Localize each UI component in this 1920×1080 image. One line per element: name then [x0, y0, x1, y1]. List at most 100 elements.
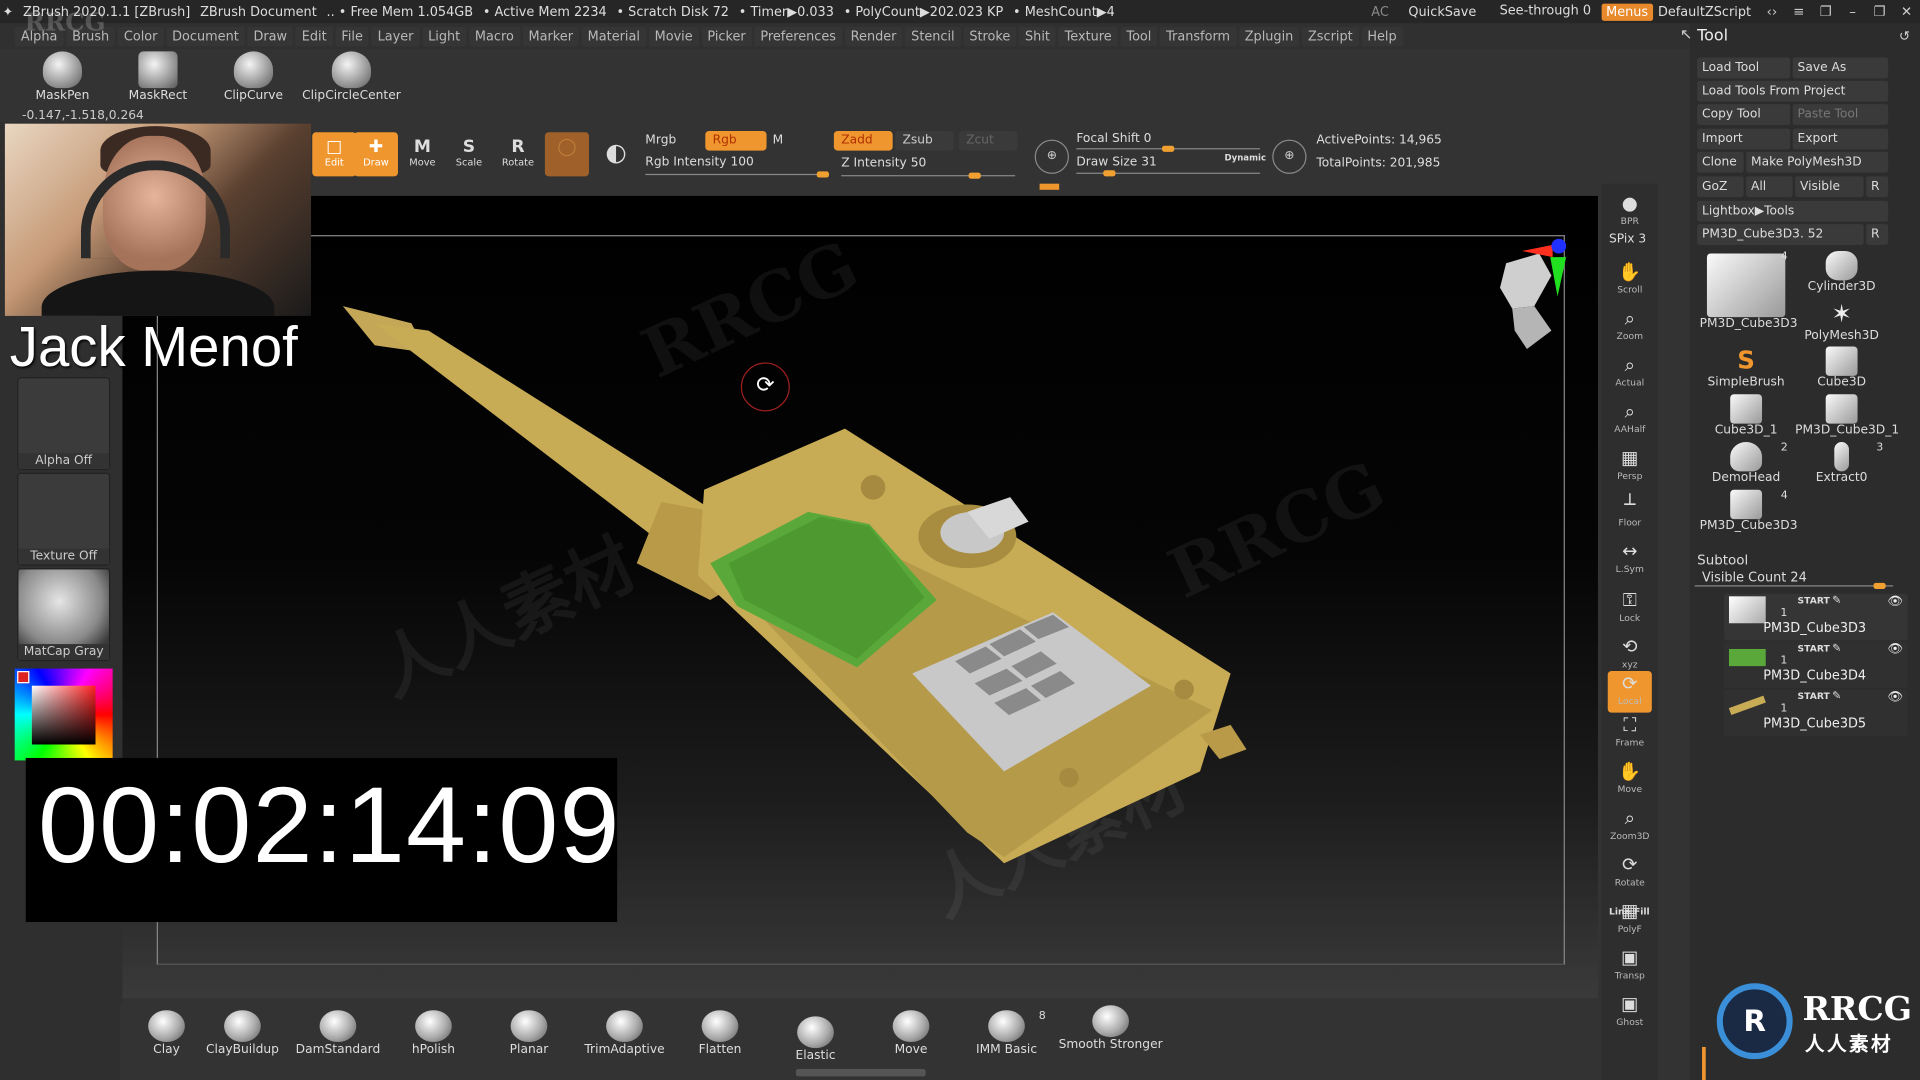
menu-edit[interactable]: Edit	[295, 26, 333, 46]
view-button-actual[interactable]: ⌕ Actual	[1608, 353, 1652, 395]
view-button-transp[interactable]: ▣ Transp	[1608, 945, 1652, 987]
view-button-move[interactable]: ✋ Move	[1608, 759, 1652, 801]
menu-picker[interactable]: Picker	[701, 26, 752, 46]
goz-r-button[interactable]: R	[1866, 176, 1889, 198]
dynamic-brush-icon[interactable]: ⊕	[1272, 139, 1307, 174]
subtool-eye-icon[interactable]: 👁	[1887, 595, 1903, 608]
shelf-clipcurve[interactable]: ClipCurve	[206, 51, 302, 103]
edit-button[interactable]: □ Edit	[312, 132, 357, 177]
brush-trimadaptive[interactable]: TrimAdaptive	[578, 1010, 671, 1057]
subtool-item[interactable]: START ✎ 👁 1 PM3D_Cube3D3	[1724, 593, 1908, 641]
menu-document[interactable]: Document	[166, 26, 245, 46]
brush-move[interactable]: Move	[864, 1010, 957, 1057]
view-button-scroll[interactable]: ✋ Scroll	[1608, 260, 1652, 302]
shelf-maskpen[interactable]: MaskPen	[15, 51, 111, 103]
subtool-eye-icon[interactable]: 👁	[1887, 691, 1903, 704]
view-button-ghost[interactable]: ▣ Ghost	[1608, 992, 1652, 1034]
menu-shit[interactable]: Shit	[1018, 26, 1057, 46]
main-color-swatch[interactable]	[17, 671, 30, 684]
rgb-intensity-knob[interactable]	[816, 171, 829, 178]
shelf-maskrect[interactable]: MaskRect	[110, 51, 206, 103]
menu-movie[interactable]: Movie	[648, 26, 699, 46]
brush-elastic[interactable]: Elastic	[769, 1016, 862, 1063]
brush-hpolish[interactable]: hPolish	[387, 1010, 480, 1057]
dynamic-toggle[interactable]: Dynamic	[1224, 153, 1266, 163]
menu-render[interactable]: Render	[844, 26, 903, 46]
subtool-brush-icon[interactable]: ✎	[1790, 595, 1883, 607]
layout-icon[interactable]: ‹›	[1758, 4, 1785, 20]
subtool-brush-icon[interactable]: ✎	[1790, 643, 1883, 655]
view-button-polyf[interactable]: ▦ PolyF	[1608, 899, 1652, 941]
alpha-selector[interactable]: Alpha Off	[17, 377, 111, 471]
tool-thumb-cube3d-1[interactable]: Cube3D_1	[1700, 394, 1793, 441]
goz-button[interactable]: GoZ	[1697, 176, 1744, 198]
lazy-mouse-icon[interactable]: ⊕	[1034, 139, 1069, 174]
tool-thumb-cube3d[interactable]: Cube3D	[1795, 346, 1888, 394]
brush-claybuildup[interactable]: ClayBuildup	[196, 1010, 289, 1057]
menu-marker[interactable]: Marker	[522, 26, 580, 46]
brush-flatten[interactable]: Flatten	[673, 1010, 766, 1057]
scale-button[interactable]: S Scale	[447, 132, 491, 176]
view-button-aahalf[interactable]: ⌕ AAHalf	[1608, 399, 1652, 441]
mrgb-button[interactable]: Mrgb	[645, 133, 676, 146]
color-picker[interactable]	[14, 668, 113, 761]
make-polymesh3d-button[interactable]: Make PolyMesh3D	[1746, 151, 1889, 173]
view-button-bpr[interactable]: ● BPR	[1608, 191, 1652, 233]
navigation-gizmo[interactable]	[1463, 233, 1573, 355]
menu-light[interactable]: Light	[422, 26, 467, 46]
menu-color[interactable]: Color	[117, 26, 164, 46]
tool-thumb-simplebrush[interactable]: S SimpleBrush	[1700, 347, 1793, 394]
subtool-header[interactable]: Subtool	[1697, 552, 1748, 568]
export-button[interactable]: Export	[1792, 128, 1889, 150]
tool-thumb-pm3d-cube3d3-b[interactable]: 4 PM3D_Cube3D3	[1700, 489, 1798, 537]
quicksave-button[interactable]: QuickSave	[1408, 4, 1476, 19]
brush-planar[interactable]: Planar	[482, 1010, 575, 1057]
material-selector[interactable]: MatCap Gray	[17, 568, 111, 662]
view-button-zoom[interactable]: ⌕ Zoom	[1608, 306, 1652, 348]
texture-selector[interactable]: Texture Off	[17, 472, 111, 566]
panel-reset-icon[interactable]: ↺	[1899, 28, 1910, 44]
subtool-item[interactable]: START ✎ 👁 1 PM3D_Cube3D4	[1724, 641, 1908, 689]
menu-layer[interactable]: Layer	[371, 26, 420, 46]
view-button-rotate[interactable]: ⟳ Rotate	[1608, 852, 1652, 894]
color-saturation-square[interactable]	[31, 685, 96, 745]
menu-zplugin[interactable]: Zplugin	[1238, 26, 1300, 46]
view-button-floor[interactable]: ┴ Floor	[1608, 492, 1652, 534]
material-brush-button[interactable]: ◯	[544, 132, 589, 177]
menu-macro[interactable]: Macro	[468, 26, 520, 46]
paste-tool-button[interactable]: Paste Tool	[1792, 104, 1889, 125]
alpha-brush-button[interactable]: ◐	[594, 132, 638, 176]
zsub-button[interactable]: Zsub	[895, 131, 954, 151]
clone-button[interactable]: Clone	[1697, 151, 1744, 173]
menu-material[interactable]: Material	[581, 26, 647, 46]
view-button-l-sym[interactable]: ↔ L.Sym	[1608, 539, 1652, 581]
layout2-icon[interactable]: ≡	[1785, 4, 1812, 20]
tool-thumb-extract0[interactable]: 3 Extract0	[1795, 442, 1888, 489]
menu-file[interactable]: File	[335, 26, 370, 46]
tool-thumb-cylinder3d[interactable]: Cylinder3D	[1795, 251, 1888, 298]
menu-stencil[interactable]: Stencil	[905, 26, 961, 46]
view-button-xyz[interactable]: ⟲ xyz	[1608, 634, 1652, 676]
menu-stroke[interactable]: Stroke	[963, 26, 1017, 46]
default-zscript-button[interactable]: DefaultZScript	[1658, 4, 1751, 19]
zadd-button[interactable]: Zadd	[833, 131, 893, 151]
minimize-icon[interactable]: –	[1839, 4, 1866, 20]
panel-collapse-icon[interactable]: ↖	[1680, 26, 1692, 43]
copy-tool-button[interactable]: Copy Tool	[1697, 104, 1791, 125]
view-button-lock[interactable]: ⚿ Lock	[1608, 588, 1652, 630]
visible-count-knob[interactable]	[1873, 582, 1886, 589]
menus-toggle[interactable]: Menus	[1601, 3, 1654, 21]
current-tool-slider[interactable]: PM3D_Cube3D3. 52	[1697, 224, 1864, 245]
menu-preferences[interactable]: Preferences	[754, 26, 843, 46]
view-button-local[interactable]: ⟳ Local	[1607, 671, 1652, 713]
import-button[interactable]: Import	[1697, 128, 1791, 150]
lightbox-tools-button[interactable]: Lightbox▶Tools	[1697, 200, 1889, 222]
goz-visible-button[interactable]: Visible	[1795, 176, 1864, 198]
move-button[interactable]: M Move	[400, 132, 444, 176]
spix-setting[interactable]: SPix 3	[1609, 233, 1646, 246]
maximize-icon[interactable]: ❐	[1866, 4, 1893, 20]
z-intensity-slider[interactable]	[841, 175, 1016, 177]
brush-smooth-stronger[interactable]: Smooth Stronger	[1056, 1005, 1166, 1052]
tool-thumb-pm3d-cube3d3[interactable]: 4 PM3D_Cube3D3	[1700, 251, 1798, 342]
brush-damstandard[interactable]: DamStandard	[291, 1010, 384, 1057]
